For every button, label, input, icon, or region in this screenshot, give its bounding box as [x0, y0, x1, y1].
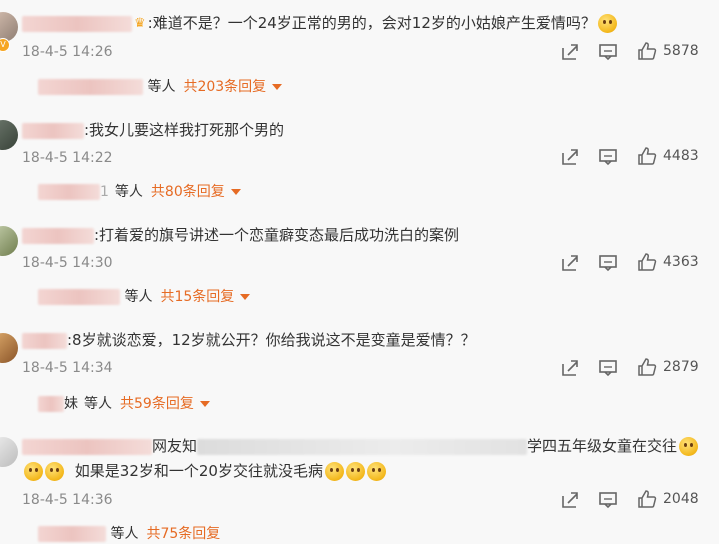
comment-icon[interactable] [598, 42, 618, 62]
comment-actions: 2048 [560, 488, 710, 512]
view-replies-link[interactable]: 共75条回复 [146, 526, 220, 542]
crown-icon: ♛ [134, 15, 146, 31]
share-icon[interactable] [560, 253, 580, 273]
dizzy-emoji-icon [24, 462, 43, 481]
chevron-down-icon [272, 84, 283, 90]
comment-text: :打着爱的旗号讲述一个恋童癖变态最后成功洗白的案例 [22, 224, 459, 246]
like-count: 4363 [663, 254, 699, 270]
reply-summary[interactable]: 妹等人 共59条回复 [38, 394, 210, 414]
chevron-down-icon [240, 294, 251, 300]
like-count: 4483 [663, 148, 699, 164]
redacted-text [197, 438, 528, 455]
like-count: 5878 [663, 43, 699, 59]
reply-users-blurred [38, 526, 106, 542]
username-blurred[interactable] [22, 122, 84, 139]
chevron-down-icon [230, 189, 241, 195]
reply-users-blurred [38, 184, 100, 200]
reply-users-blurred [38, 289, 120, 305]
view-replies-link[interactable]: 共59条回复 [120, 396, 194, 412]
comment-time: 18-4-5 14:34 [22, 360, 113, 376]
comment-icon[interactable] [598, 253, 618, 273]
comment-time: 18-4-5 14:36 [22, 492, 113, 508]
dizzy-emoji-icon [345, 462, 365, 481]
view-replies-link[interactable]: 共203条回复 [183, 79, 266, 95]
thinking-emoji-icon [597, 14, 617, 33]
comment-item: :打着爱的旗号讲述一个恋童癖变态最后成功洗白的案例 18-4-5 14:30 4… [0, 210, 719, 315]
share-icon[interactable] [560, 490, 580, 510]
username-blurred[interactable] [22, 438, 152, 455]
reply-users-blurred [38, 396, 64, 412]
comment-icon[interactable] [598, 358, 618, 378]
thumbs-up-icon[interactable] [636, 356, 658, 378]
reply-summary[interactable]: 1 等人 共80条回复 [38, 182, 241, 202]
comment-item: 网友知 学四五年级女童在交往 如果是32岁和一个20岁交往就没毛病 18-4-5 … [0, 423, 719, 542]
comment-text-line1: 网友知 学四五年级女童在交往 [22, 435, 699, 457]
thumbs-up-icon[interactable] [636, 145, 658, 167]
comment-text: :8岁就谈恋爱，12岁就公开？你给我说这不是变童是爱情？？ [22, 329, 476, 351]
comment-time: 18-4-5 14:30 [22, 255, 113, 271]
reply-users-blurred [38, 79, 143, 95]
thumbs-up-icon[interactable] [636, 251, 658, 273]
username-blurred[interactable] [22, 227, 94, 244]
share-icon[interactable] [560, 42, 580, 62]
dizzy-emoji-icon [45, 462, 64, 481]
comment-actions: 5878 [560, 40, 710, 64]
reply-summary[interactable]: 等人 共15条回复 [38, 287, 251, 307]
comment-icon[interactable] [598, 490, 618, 510]
comment-actions: 4363 [560, 251, 710, 275]
verified-badge-icon: V [0, 38, 10, 52]
avatar[interactable] [0, 333, 18, 363]
comment-icon[interactable] [598, 147, 618, 167]
comment-item: :我女儿要这样我打死那个男的 18-4-5 14:22 4483 1 等人 共80条… [0, 105, 719, 210]
username-blurred[interactable] [22, 15, 132, 32]
comment-actions: 2879 [560, 356, 710, 380]
chevron-down-icon [199, 401, 210, 407]
comment-item: V ♛:难道不是？一个24岁正常的男的，会对12岁的小姑娘产生爱情吗？ 18-4… [0, 0, 719, 105]
share-icon[interactable] [560, 147, 580, 167]
comment-text: ♛:难道不是？一个24岁正常的男的，会对12岁的小姑娘产生爱情吗？ [22, 12, 617, 35]
reply-summary[interactable]: 等人 共75条回复 [38, 524, 220, 544]
thumbs-up-icon[interactable] [636, 40, 658, 62]
share-icon[interactable] [560, 358, 580, 378]
comment-text: :我女儿要这样我打死那个男的 [22, 119, 284, 141]
view-replies-link[interactable]: 共15条回复 [160, 289, 234, 305]
avatar[interactable] [0, 226, 18, 256]
like-count: 2048 [663, 491, 699, 507]
dizzy-emoji-icon [679, 437, 699, 456]
thumbs-up-icon[interactable] [636, 488, 658, 510]
avatar[interactable] [0, 120, 18, 150]
username-blurred[interactable] [22, 332, 67, 349]
avatar[interactable] [0, 437, 18, 467]
comment-time: 18-4-5 14:26 [22, 44, 113, 60]
view-replies-link[interactable]: 共80条回复 [151, 184, 225, 200]
comment-time: 18-4-5 14:22 [22, 150, 113, 166]
dizzy-emoji-icon [366, 462, 386, 481]
comment-text-line2: 如果是32岁和一个20岁交往就没毛病 [22, 460, 386, 482]
comment-actions: 4483 [560, 145, 710, 169]
like-count: 2879 [663, 359, 699, 375]
reply-summary[interactable]: 等人 共203条回复 [38, 77, 283, 97]
dizzy-emoji-icon [324, 462, 344, 481]
comment-item: :8岁就谈恋爱，12岁就公开？你给我说这不是变童是爱情？？ 18-4-5 14:… [0, 315, 719, 423]
